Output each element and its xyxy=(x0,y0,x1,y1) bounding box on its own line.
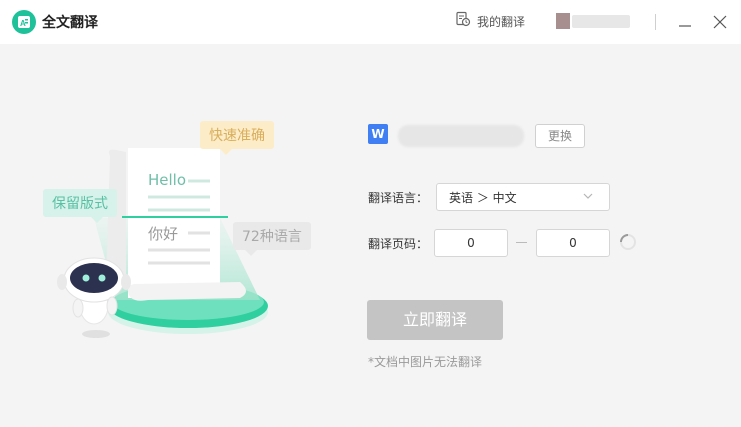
translate-now-button[interactable]: 立即翻译 xyxy=(367,300,503,340)
language-label: 翻译语言： xyxy=(368,191,429,205)
language-select[interactable]: 英语 ＞ 中文 xyxy=(436,183,610,211)
history-icon xyxy=(455,11,471,31)
file-name-redacted xyxy=(398,125,524,147)
chevron-down-icon xyxy=(583,193,593,199)
page-to-input[interactable]: 0 xyxy=(536,229,610,257)
language-select-value: 英语 ＞ 中文 xyxy=(449,191,517,205)
minimize-button[interactable] xyxy=(675,12,695,32)
title-bar: A 全文翻译 我的翻译 xyxy=(0,0,741,44)
user-avatar[interactable] xyxy=(556,13,570,29)
close-button[interactable] xyxy=(710,12,730,32)
user-name-redacted[interactable] xyxy=(572,15,630,28)
pages-label: 翻译页码： xyxy=(368,237,429,251)
translation-illustration: 快速准确 保留版式 72种语言 Hello 你好 xyxy=(30,100,330,350)
bubble-fast-accurate: 快速准确 xyxy=(200,121,274,155)
titlebar-divider xyxy=(655,14,656,30)
bubble-72-languages: 72种语言 xyxy=(233,222,311,256)
my-translations-button[interactable]: 我的翻译 xyxy=(455,11,525,31)
minimize-icon xyxy=(679,25,691,27)
image-note: *文档中图片无法翻译 xyxy=(368,355,483,369)
page-range-separator xyxy=(516,242,527,243)
app-title: 全文翻译 xyxy=(42,15,98,31)
paper-hello-text: Hello xyxy=(148,171,187,189)
word-file-icon: W xyxy=(368,124,388,144)
change-file-button[interactable]: 更换 xyxy=(535,124,585,148)
paper-nihao-text: 你好 xyxy=(148,225,179,243)
app-logo-icon: A xyxy=(12,10,36,34)
close-icon xyxy=(713,15,727,29)
bubble-keep-format: 保留版式 xyxy=(43,189,117,223)
loading-spinner-icon xyxy=(620,234,636,250)
page-from-input[interactable]: 0 xyxy=(434,229,508,257)
my-translations-label: 我的翻译 xyxy=(477,14,526,29)
